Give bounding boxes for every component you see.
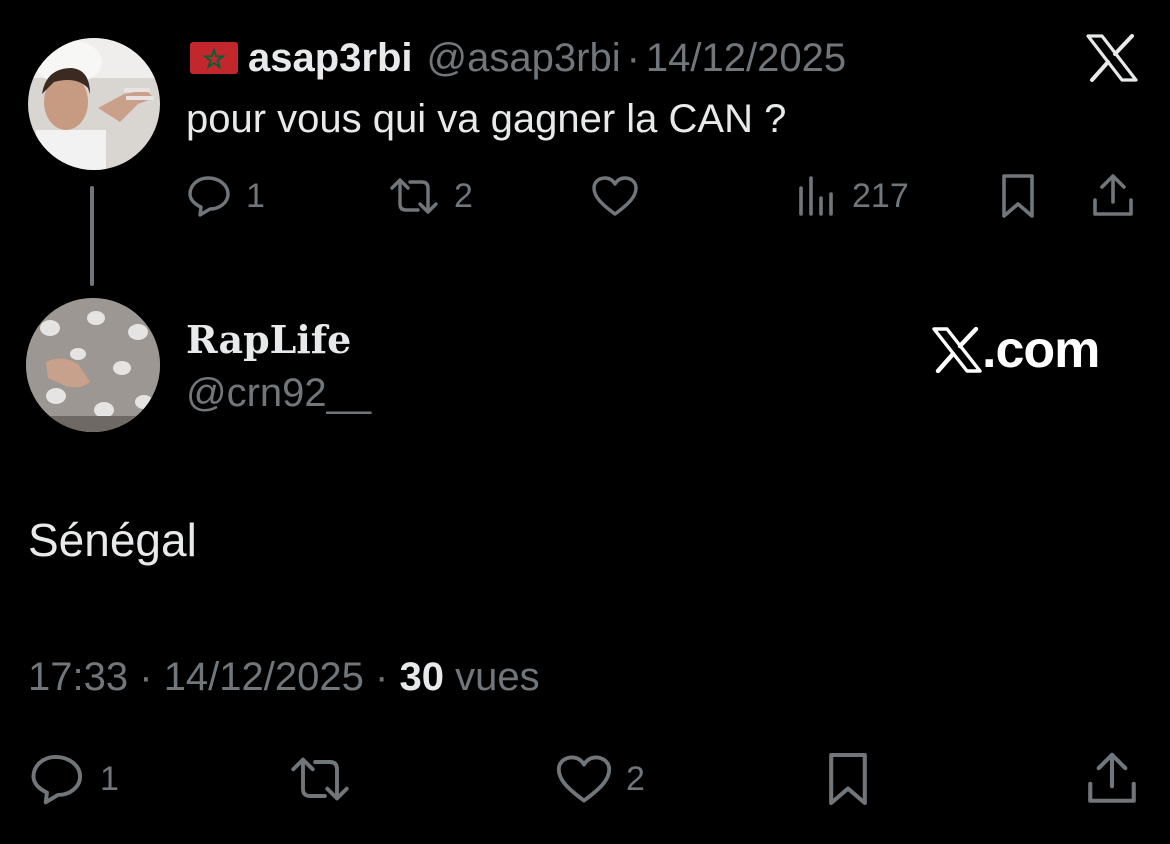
morocco-flag-icon: [190, 42, 238, 74]
reply-retweet-button[interactable]: [286, 752, 354, 806]
reply-share-button[interactable]: [1084, 750, 1140, 808]
retweet-icon: [386, 174, 442, 218]
parent-tweet-text: pour vous qui va gagner la CAN ?: [186, 97, 787, 141]
parent-views-count: 217: [852, 177, 909, 215]
reply-reply-count: 1: [100, 760, 119, 798]
reply-bookmark-button[interactable]: [824, 750, 872, 808]
parent-share-button[interactable]: [1090, 172, 1136, 220]
x-logo-icon: [932, 326, 982, 374]
reply-avatar[interactable]: [26, 298, 160, 432]
share-icon: [1090, 172, 1136, 220]
share-icon: [1084, 750, 1140, 808]
parent-reply-button[interactable]: 1: [186, 174, 265, 218]
reply-author-name[interactable]: RapLife: [186, 318, 351, 362]
heart-icon: [590, 174, 640, 218]
parent-author-handle[interactable]: @asap3rbi: [427, 36, 621, 80]
reply-views-number: 30: [399, 655, 444, 699]
bookmark-icon: [824, 750, 872, 808]
parent-tweet-header: asap3rbi @asap3rbi · 14/12/2025: [190, 36, 846, 80]
reply-date[interactable]: 14/12/2025: [164, 655, 364, 699]
reply-tweet-text: Sénégal: [28, 514, 197, 566]
reply-icon: [186, 174, 234, 218]
x-logo-icon: [1086, 34, 1138, 82]
heart-icon: [554, 752, 614, 806]
reply-time[interactable]: 17:33: [28, 655, 128, 699]
reply-like-count: 2: [626, 760, 645, 798]
retweet-icon: [286, 752, 354, 806]
meta-separator: ·: [139, 655, 153, 699]
parent-author-name[interactable]: asap3rbi: [248, 36, 413, 80]
reply-reply-button[interactable]: 1: [28, 752, 119, 806]
reply-like-button[interactable]: 2: [554, 752, 645, 806]
parent-bookmark-button[interactable]: [998, 172, 1038, 220]
header-separator: ·: [626, 36, 640, 80]
reply-author-handle[interactable]: @crn92__: [186, 370, 371, 416]
parent-tweet-date[interactable]: 14/12/2025: [646, 36, 846, 80]
watermark-text: .com: [982, 321, 1100, 379]
parent-retweet-button[interactable]: 2: [386, 174, 473, 218]
parent-retweet-count: 2: [454, 177, 473, 215]
bookmark-icon: [998, 172, 1038, 220]
reply-views-label: vues: [455, 655, 540, 699]
analytics-icon: [796, 174, 840, 218]
meta-separator: ·: [375, 655, 389, 699]
reply-tweet-meta: 17:33 · 14/12/2025 · 30 vues: [28, 654, 540, 700]
watermark: .com: [932, 321, 1100, 379]
parent-avatar[interactable]: [28, 38, 160, 170]
parent-reply-count: 1: [246, 177, 265, 215]
reply-icon: [28, 752, 88, 806]
parent-views-button[interactable]: 217: [796, 174, 909, 218]
thread-connector-line: [90, 186, 94, 286]
parent-like-button[interactable]: [590, 174, 640, 218]
